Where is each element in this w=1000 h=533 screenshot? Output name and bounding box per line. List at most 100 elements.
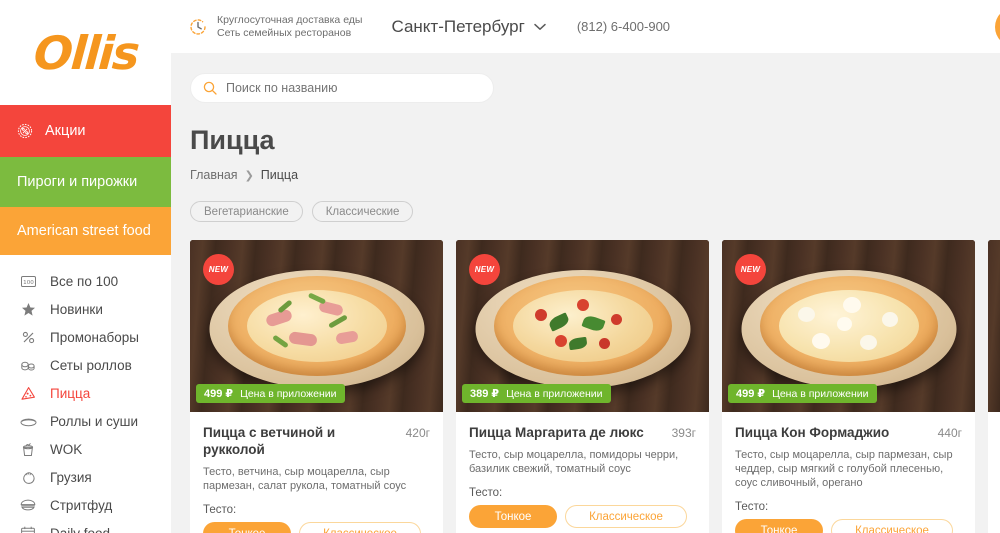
price-note: Цена в приложении (772, 387, 869, 400)
dough-options: Тонкое Классическое (735, 519, 962, 533)
dough-option-thin[interactable]: Тонкое (469, 505, 557, 528)
search-bar[interactable] (190, 73, 494, 103)
pizza-surface (512, 290, 653, 362)
wood-background (988, 240, 1000, 412)
product-info: Пицца Маргарита де люкс 393г Тесто, сыр … (456, 412, 709, 528)
dough-options: Тонкое Классическое (469, 505, 696, 528)
sidebar-item-daily-food[interactable]: Daily food (0, 519, 171, 533)
pizza-surface (246, 290, 387, 362)
new-badge: NEW (735, 254, 766, 285)
price-badge: 499 ₽ Цена в приложении (728, 384, 877, 403)
dough-option-thin[interactable]: Тонкое (735, 519, 823, 533)
hundred-box-icon: 100 (17, 275, 39, 287)
price-amount: 499 ₽ (736, 388, 766, 400)
sidebar-item-gruziya[interactable]: Грузия (0, 463, 171, 491)
sidebar-item-label: WOK (50, 441, 83, 457)
sidebar-promo-american-street-food[interactable]: American street food (0, 207, 171, 255)
sidebar-item-label: Все по 100 (50, 273, 119, 289)
product-weight: 393г (671, 426, 696, 440)
dough-option-classic[interactable]: Классическое (831, 519, 953, 533)
logo[interactable]: Ollis (0, 0, 171, 105)
pizza-surface (778, 290, 919, 362)
product-description: Тесто, сыр моцарелла, сыр пармезан, сыр … (735, 449, 953, 489)
dough-label: Тесто: (469, 487, 503, 499)
sidebar-item-label: Пицца (50, 385, 91, 401)
product-weight: 440г (937, 426, 962, 440)
pizza-slice-icon (17, 386, 39, 401)
sushi-roll-icon (17, 416, 39, 427)
slogan: Круглосуточная доставка еды Сеть семейны… (188, 14, 362, 40)
burger-icon (17, 499, 39, 511)
roll-set-icon (17, 359, 39, 372)
price-note: Цена в приложении (240, 387, 337, 400)
sidebar-item-stritfud[interactable]: Стритфуд (0, 491, 171, 519)
sidebar-item-wok[interactable]: WOK (0, 435, 171, 463)
price-amount: 389 ₽ (470, 388, 500, 400)
sidebar-item-label: Daily food (50, 525, 111, 533)
phone-number[interactable]: (812) 6-400-900 (577, 19, 670, 34)
pizza-crust (759, 276, 938, 376)
sidebar-promo-label: Пироги и пирожки (17, 174, 138, 190)
set-delivery-address-button[interactable]: Укажите адрес доставки (995, 7, 1000, 47)
star-icon (17, 302, 39, 317)
product-image (988, 240, 1000, 412)
product-name: Пицца Кон Формаджио (735, 425, 890, 440)
product-card[interactable]: NEW 499 ₽ Цена в приложении Пицца Кон Фо… (722, 240, 975, 533)
product-card[interactable]: NEW 389 ₽ Цена в приложении Пицца Маргар… (456, 240, 709, 533)
content-area: Пицца Главная ❯ Пицца Вегетарианские Кла… (171, 53, 1000, 533)
filter-chips: Вегетарианские Классические (190, 201, 1000, 222)
logo-text: Ollis (31, 25, 140, 80)
dough-option-classic[interactable]: Классическое (299, 522, 421, 533)
sidebar-item-rolly-i-sushi[interactable]: Роллы и суши (0, 407, 171, 435)
city-selector[interactable]: Санкт-Петербург (391, 17, 546, 37)
product-description: Тесто, ветчина, сыр моцарелла, сыр парме… (203, 466, 407, 492)
sidebar-item-label: Роллы и суши (50, 413, 138, 429)
calendar-icon (17, 526, 39, 533)
khinkali-icon (17, 470, 39, 485)
price-amount: 499 ₽ (204, 388, 234, 400)
breadcrumb-home[interactable]: Главная (190, 168, 238, 182)
sidebar-item-label: Стритфуд (50, 497, 113, 513)
sidebar-menu: 100 Все по 100 Новинки Промонаборы Сеты … (0, 255, 171, 533)
sidebar: Ollis Акции Пироги и пирожки American st… (0, 0, 171, 533)
search-input[interactable] (226, 81, 466, 95)
app-root: Ollis Акции Пироги и пирожки American st… (0, 0, 1000, 533)
product-name: Пицца с ветчиной и рукколой (203, 425, 336, 457)
product-card[interactable] (988, 240, 1000, 533)
new-badge: NEW (203, 254, 234, 285)
discount-stamp-icon (17, 123, 33, 139)
sidebar-item-promonabory[interactable]: Промонаборы (0, 323, 171, 351)
product-description: Тесто, сыр моцарелла, помидоры черри, ба… (469, 449, 679, 475)
sidebar-item-vse-po-100[interactable]: 100 Все по 100 (0, 267, 171, 295)
breadcrumb: Главная ❯ Пицца (190, 168, 1000, 182)
top-bar: Круглосуточная доставка еды Сеть семейны… (171, 0, 1000, 53)
sidebar-item-pizza[interactable]: Пицца (0, 379, 171, 407)
pizza-crust (227, 276, 406, 376)
filter-chip-classic[interactable]: Классические (311, 201, 414, 222)
product-info: Пицца Кон Формаджио 440г Тесто, сыр моца… (722, 412, 975, 533)
sidebar-promo-label: Акции (45, 123, 86, 139)
dough-label: Тесто: (203, 504, 237, 516)
price-note: Цена в приложении (506, 387, 603, 400)
sidebar-item-novinki[interactable]: Новинки (0, 295, 171, 323)
product-image: NEW 499 ₽ Цена в приложении (190, 240, 443, 412)
sidebar-item-sety-rollov[interactable]: Сеты роллов (0, 351, 171, 379)
wok-box-icon (17, 442, 39, 457)
sidebar-promo-akcii[interactable]: Акции (0, 105, 171, 157)
product-card[interactable]: NEW 499 ₽ Цена в приложении Пицца с ветч… (190, 240, 443, 533)
product-grid: NEW 499 ₽ Цена в приложении Пицца с ветч… (190, 240, 1000, 533)
product-image: NEW 389 ₽ Цена в приложении (456, 240, 709, 412)
dough-option-thin[interactable]: Тонкое (203, 522, 291, 533)
dough-label: Тесто: (735, 501, 769, 513)
search-icon (203, 81, 217, 95)
dough-option-classic[interactable]: Классическое (565, 505, 687, 528)
percent-icon (17, 330, 39, 345)
page-title: Пицца (190, 125, 275, 155)
pizza-crust (493, 276, 672, 376)
breadcrumb-separator-icon: ❯ (244, 169, 254, 182)
chevron-down-icon (534, 23, 546, 31)
clock-icon (188, 17, 208, 37)
sidebar-promo-pirogi[interactable]: Пироги и пирожки (0, 157, 171, 207)
slogan-line-2: Сеть семейных ресторанов (217, 26, 352, 39)
filter-chip-vegetarian[interactable]: Вегетарианские (190, 201, 303, 222)
